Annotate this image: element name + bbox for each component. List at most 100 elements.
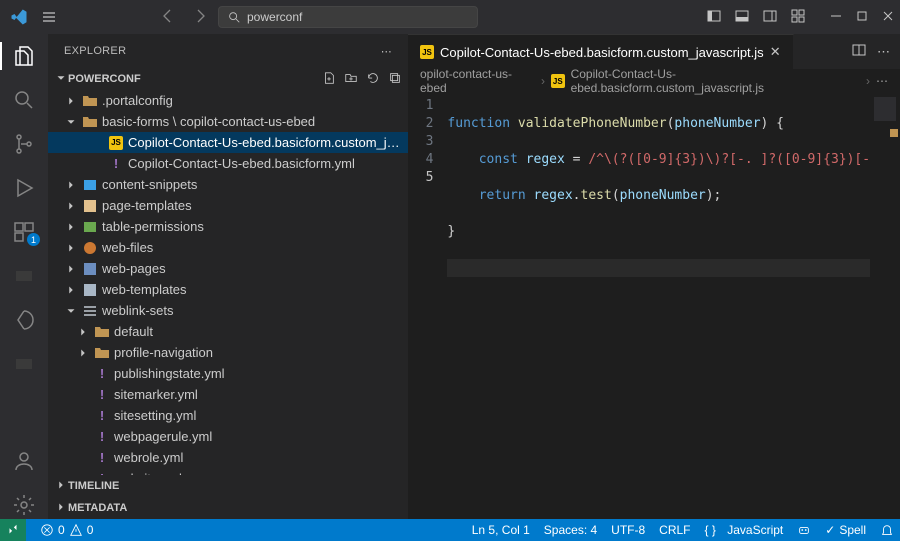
twistie-icon: [76, 325, 90, 339]
status-bar: 0 0 Ln 5, Col 1 Spaces: 4 UTF-8 CRLF { }…: [0, 519, 900, 541]
customize-layout-icon[interactable]: [790, 8, 806, 27]
tab-label: Copilot-Contact-Us-ebed.basicform.custom…: [440, 45, 764, 60]
folder-item[interactable]: web-files: [48, 237, 408, 258]
new-file-icon[interactable]: [322, 71, 336, 88]
remote-indicator[interactable]: [0, 519, 26, 541]
file-item[interactable]: !sitesetting.yml: [48, 405, 408, 426]
layout-sidebar-left-icon[interactable]: [706, 8, 722, 27]
layout-panel-icon[interactable]: [734, 8, 750, 27]
error-icon: [40, 523, 54, 537]
folder-item[interactable]: content-snippets: [48, 174, 408, 195]
folder-item[interactable]: page-templates: [48, 195, 408, 216]
activity-placeholder-1[interactable]: [10, 262, 38, 290]
folder-item[interactable]: web-templates: [48, 279, 408, 300]
tree-item-label: table-permissions: [102, 219, 204, 234]
tree-item-label: sitemarker.yml: [114, 387, 198, 402]
js-file-icon: JS: [551, 74, 565, 88]
activity-extensions[interactable]: 1: [10, 218, 38, 246]
section-timeline-label: TIMELINE: [68, 480, 119, 492]
file-item[interactable]: !website.yml: [48, 468, 408, 475]
twistie-icon: [64, 178, 78, 192]
activity-settings[interactable]: [10, 491, 38, 519]
section-timeline[interactable]: TIMELINE: [48, 475, 408, 497]
command-center-search[interactable]: powerconf: [218, 6, 478, 28]
twistie-icon: [64, 94, 78, 108]
split-editor-icon[interactable]: [851, 42, 867, 61]
explorer-root-label: POWERCONF: [68, 73, 141, 85]
status-spell[interactable]: ✓ Spell: [825, 523, 866, 537]
folder-item[interactable]: default: [48, 321, 408, 342]
refresh-icon[interactable]: [366, 71, 380, 88]
file-item[interactable]: !sitemarker.yml: [48, 384, 408, 405]
layout-sidebar-right-icon[interactable]: [762, 8, 778, 27]
section-metadata-label: METADATA: [68, 502, 127, 514]
activity-power-platform[interactable]: [10, 306, 38, 334]
status-eol[interactable]: CRLF: [659, 523, 690, 537]
folder-item[interactable]: profile-navigation: [48, 342, 408, 363]
activity-placeholder-2[interactable]: [10, 350, 38, 378]
folder-item[interactable]: table-permissions: [48, 216, 408, 237]
tab-close-icon[interactable]: ✕: [770, 44, 781, 60]
file-item[interactable]: !Copilot-Contact-Us-ebed.basicform.yml: [48, 153, 408, 174]
breadcrumb[interactable]: opilot-contact-us-ebed › JS Copilot-Cont…: [408, 69, 900, 93]
warning-icon: [69, 523, 83, 537]
code-lines[interactable]: function validatePhoneNumber(phoneNumber…: [447, 93, 870, 519]
folder-item[interactable]: web-pages: [48, 258, 408, 279]
vscode-logo-icon: [10, 8, 28, 26]
editor-area: JS Copilot-Contact-Us-ebed.basicform.cus…: [408, 34, 900, 519]
twistie-icon: [90, 136, 104, 150]
status-language[interactable]: { } JavaScript: [705, 523, 784, 537]
status-problems[interactable]: 0 0: [40, 523, 93, 537]
file-item[interactable]: !publishingstate.yml: [48, 363, 408, 384]
status-copilot-icon[interactable]: [797, 523, 811, 537]
hamburger-menu-icon[interactable]: [38, 6, 60, 28]
breadcrumb-seg-2[interactable]: Copilot-Contact-Us-ebed.basicform.custom…: [571, 67, 860, 95]
new-folder-icon[interactable]: [344, 71, 358, 88]
tree-item-label: basic-forms \ copilot-contact-us-ebed: [102, 114, 315, 129]
tree-item-label: Copilot-Contact-Us-ebed.basicform.yml: [128, 156, 355, 171]
file-item[interactable]: JSCopilot-Contact-Us-ebed.basicform.cust…: [48, 132, 408, 153]
status-notifications-icon[interactable]: [880, 523, 894, 537]
window-minimize-icon[interactable]: [828, 8, 844, 27]
twistie-icon: [64, 220, 78, 234]
editor-tab-active[interactable]: JS Copilot-Contact-Us-ebed.basicform.cus…: [408, 34, 794, 69]
file-item[interactable]: !webrole.yml: [48, 447, 408, 468]
collapse-all-icon[interactable]: [388, 71, 402, 88]
tree-item-label: default: [114, 324, 153, 339]
tree-item-label: weblink-sets: [102, 303, 174, 318]
twistie-icon: [64, 283, 78, 297]
nav-back-icon[interactable]: [160, 8, 176, 27]
activity-accounts[interactable]: [10, 447, 38, 475]
window-close-icon[interactable]: [880, 8, 896, 27]
folder-item[interactable]: .portalconfig: [48, 90, 408, 111]
status-cursor[interactable]: Ln 5, Col 1: [472, 523, 530, 537]
tree-item-label: web-files: [102, 240, 153, 255]
folder-item[interactable]: weblink-sets: [48, 300, 408, 321]
editor-more-icon[interactable]: ⋯: [877, 44, 890, 60]
file-tree: .portalconfig basic-forms \ copilot-conta…: [48, 90, 408, 475]
activity-search[interactable]: [10, 86, 38, 114]
twistie-icon: [64, 241, 78, 255]
twistie-icon: [76, 346, 90, 360]
activity-run-debug[interactable]: [10, 174, 38, 202]
status-indent[interactable]: Spaces: 4: [544, 523, 597, 537]
breadcrumb-overflow: ⋯: [876, 74, 888, 88]
twistie-icon: [64, 262, 78, 276]
twistie-icon: [90, 157, 104, 171]
activity-source-control[interactable]: [10, 130, 38, 158]
twistie-icon: [64, 304, 78, 318]
code-editor[interactable]: 12345 function validatePhoneNumber(phone…: [408, 93, 900, 519]
activity-explorer[interactable]: [10, 42, 38, 70]
folder-item[interactable]: basic-forms \ copilot-contact-us-ebed: [48, 111, 408, 132]
twistie-icon: [76, 409, 90, 423]
window-maximize-icon[interactable]: [854, 8, 870, 27]
explorer-root-header[interactable]: POWERCONF: [48, 68, 408, 90]
status-encoding[interactable]: UTF-8: [611, 523, 645, 537]
line-gutter: 12345: [408, 93, 447, 519]
minimap[interactable]: [870, 93, 900, 519]
nav-forward-icon[interactable]: [192, 8, 208, 27]
section-metadata[interactable]: METADATA: [48, 497, 408, 519]
breadcrumb-seg-1[interactable]: opilot-contact-us-ebed: [420, 67, 535, 95]
explorer-more-icon[interactable]: ⋯: [381, 45, 392, 58]
file-item[interactable]: !webpagerule.yml: [48, 426, 408, 447]
